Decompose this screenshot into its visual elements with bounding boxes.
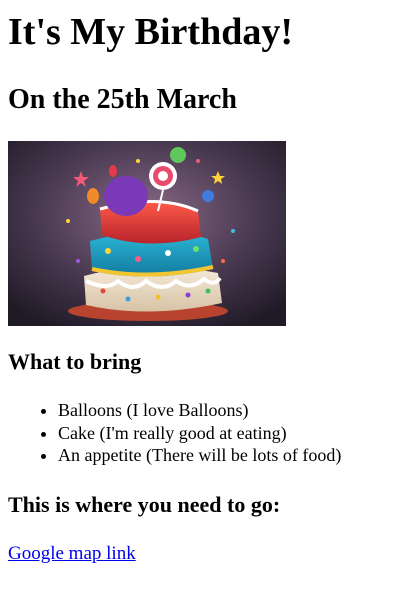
list-item: Cake (I'm really good at eating) (58, 422, 341, 445)
what-to-bring-heading: What to bring (8, 349, 142, 374)
date-heading: On the 25th March (8, 84, 237, 115)
list-item: An appetite (There will be lots of food) (58, 444, 341, 467)
birthday-cake-image (8, 141, 286, 326)
directions-heading: This is where you need to go: (8, 492, 281, 517)
list-item: Balloons (I love Balloons) (58, 399, 341, 422)
bring-list: Balloons (I love Balloons) Cake (I'm rea… (20, 399, 341, 467)
google-map-link[interactable]: Google map link (8, 542, 136, 566)
page-title: It's My Birthday! (8, 11, 293, 53)
page: It's My Birthday! On the 25th March What… (0, 0, 418, 591)
